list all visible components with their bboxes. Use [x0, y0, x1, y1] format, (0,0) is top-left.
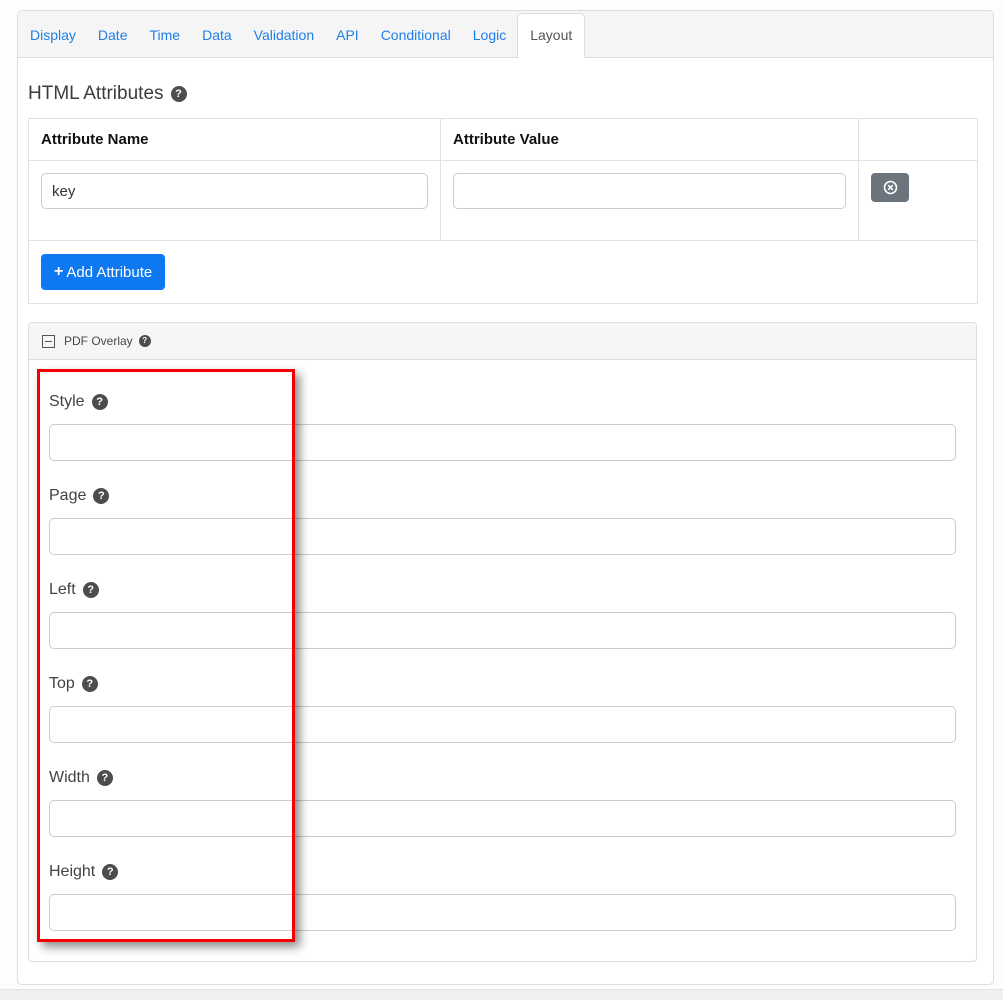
question-circle-icon[interactable]: ? [171, 86, 187, 102]
top-label-text: Top [49, 675, 75, 693]
attribute-name-cell [29, 161, 441, 241]
column-header-attribute-value: Attribute Value [441, 119, 859, 161]
table-footer-cell: + Add Attribute [29, 241, 978, 304]
table-header-row: Attribute Name Attribute Value [29, 119, 978, 161]
style-label-text: Style [49, 393, 85, 411]
tab-layout[interactable]: Layout [517, 13, 585, 58]
html-attributes-table: Attribute Name Attribute Value [28, 118, 978, 304]
builder-settings-page: Display Date Time Data Validation API Co… [0, 0, 1003, 1000]
top-input[interactable] [49, 706, 956, 743]
table-row [29, 161, 978, 241]
tab-api[interactable]: API [325, 13, 370, 57]
left-input[interactable] [49, 612, 956, 649]
remove-attribute-button[interactable] [871, 173, 909, 202]
collapse-minus-square-icon[interactable] [42, 335, 55, 348]
add-attribute-button[interactable]: + Add Attribute [41, 254, 165, 290]
question-circle-icon[interactable]: ? [93, 488, 109, 504]
html-attributes-heading-text: HTML Attributes [28, 83, 164, 105]
question-circle-icon[interactable]: ? [102, 864, 118, 880]
attribute-value-input[interactable] [453, 173, 846, 209]
style-field-label: Style ? [49, 392, 956, 412]
component-settings-card: Display Date Time Data Validation API Co… [17, 10, 994, 985]
field-group-page: Page ? [49, 486, 956, 555]
question-circle-icon[interactable]: ? [139, 335, 151, 347]
width-label-text: Width [49, 769, 90, 787]
left-label-text: Left [49, 581, 76, 599]
width-input[interactable] [49, 800, 956, 837]
tab-logic[interactable]: Logic [462, 13, 517, 57]
tab-data[interactable]: Data [191, 13, 243, 57]
table-footer-row: + Add Attribute [29, 241, 978, 304]
tab-validation[interactable]: Validation [243, 13, 325, 57]
question-circle-icon[interactable]: ? [92, 394, 108, 410]
field-group-style: Style ? [49, 392, 956, 461]
tab-time[interactable]: Time [138, 13, 191, 57]
pdf-overlay-panel-title: PDF Overlay [64, 334, 133, 348]
remove-circle-icon [883, 180, 898, 195]
question-circle-icon[interactable]: ? [82, 676, 98, 692]
style-input[interactable] [49, 424, 956, 461]
html-attributes-heading: HTML Attributes ? [28, 83, 993, 105]
height-field-label: Height ? [49, 862, 956, 882]
field-group-width: Width ? [49, 768, 956, 837]
column-header-actions [859, 119, 978, 161]
height-label-text: Height [49, 863, 95, 881]
page-input[interactable] [49, 518, 956, 555]
page-label-text: Page [49, 487, 86, 505]
height-input[interactable] [49, 894, 956, 931]
pdf-overlay-panel-header[interactable]: PDF Overlay ? [29, 323, 976, 360]
page-bottom-background [0, 989, 1003, 1000]
question-circle-icon[interactable]: ? [83, 582, 99, 598]
field-group-height: Height ? [49, 862, 956, 931]
column-header-attribute-name: Attribute Name [29, 119, 441, 161]
top-field-label: Top ? [49, 674, 956, 694]
layout-tab-content: HTML Attributes ? Attribute Name Attribu… [18, 58, 993, 962]
tab-date[interactable]: Date [87, 13, 139, 57]
tab-conditional[interactable]: Conditional [370, 13, 462, 57]
add-attribute-button-label: Add Attribute [66, 264, 152, 281]
row-actions-cell [859, 161, 978, 241]
plus-icon: + [54, 263, 63, 281]
settings-tab-bar: Display Date Time Data Validation API Co… [18, 11, 993, 58]
field-group-top: Top ? [49, 674, 956, 743]
left-field-label: Left ? [49, 580, 956, 600]
tab-display[interactable]: Display [19, 13, 87, 57]
pdf-overlay-panel: PDF Overlay ? Style ? Page ? [28, 322, 977, 962]
attribute-value-cell [441, 161, 859, 241]
field-group-left: Left ? [49, 580, 956, 649]
width-field-label: Width ? [49, 768, 956, 788]
page-field-label: Page ? [49, 486, 956, 506]
pdf-overlay-panel-body: Style ? Page ? Left [29, 360, 976, 961]
attribute-name-input[interactable] [41, 173, 428, 209]
question-circle-icon[interactable]: ? [97, 770, 113, 786]
